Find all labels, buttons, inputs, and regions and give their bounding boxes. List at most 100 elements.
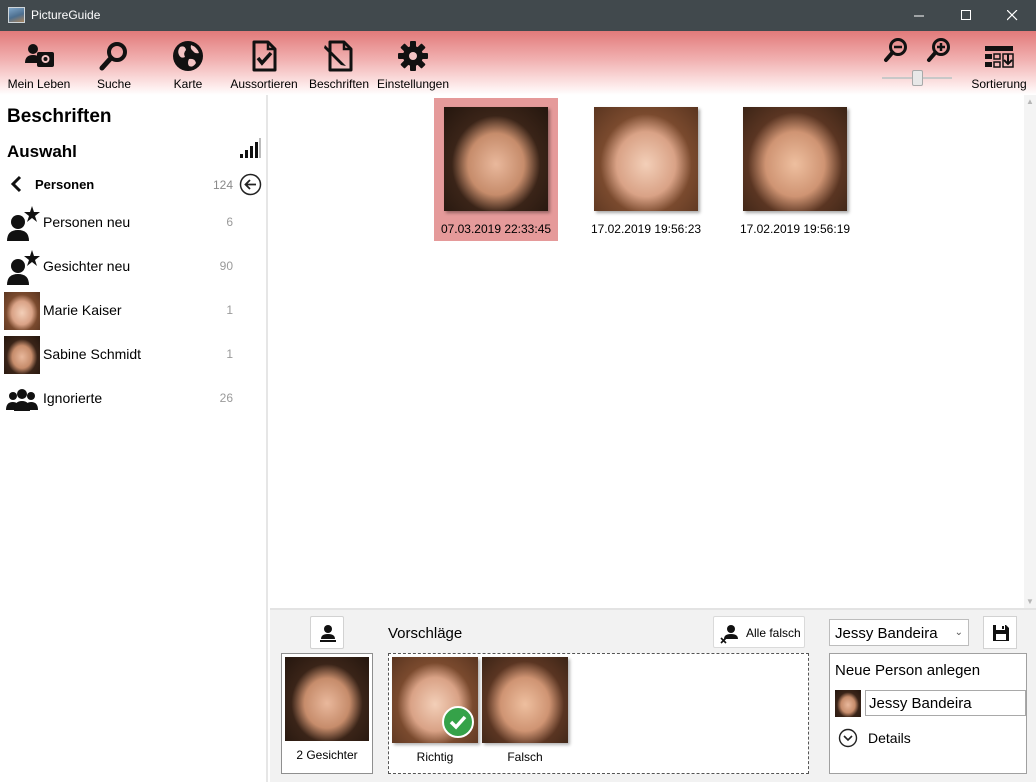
- sidebar-item-count: 1: [226, 303, 233, 317]
- details-label[interactable]: Details: [868, 730, 911, 746]
- photo-date: 17.02.2019 19:56:23: [590, 222, 702, 236]
- close-button[interactable]: [989, 0, 1035, 31]
- toolbar-beschriften-button[interactable]: Beschriften: [306, 31, 372, 95]
- document-edit-icon: [324, 40, 353, 72]
- sidebar-item-label: Gesichter neu: [43, 258, 131, 274]
- toolbar-suche-button[interactable]: Suche: [86, 31, 142, 95]
- toolbar-label: Suche: [96, 77, 132, 91]
- photo-thumbnail[interactable]: 17.02.2019 19:56:19: [733, 98, 857, 241]
- avatar: [4, 292, 40, 330]
- expand-circle-icon[interactable]: [838, 728, 858, 748]
- toolbar-einstellungen-button[interactable]: Einstellungen: [376, 31, 450, 95]
- suggestion-label: Falsch: [507, 750, 543, 764]
- people-photo-icon: [25, 44, 54, 67]
- sidebar-item-marie-kaiser[interactable]: Marie Kaiser 1: [0, 289, 268, 331]
- face-image: [482, 657, 568, 743]
- suggestion-item[interactable]: Richtig: [392, 657, 478, 767]
- document-check-icon: [252, 40, 277, 72]
- suggestion-item[interactable]: Falsch: [482, 657, 568, 767]
- person-name-input[interactable]: [865, 690, 1026, 716]
- toolbar-label: Karte: [173, 77, 203, 91]
- sidebar-item-label: Ignorierte: [43, 390, 103, 406]
- sidebar-item-count: 26: [219, 391, 233, 405]
- scroll-down-icon[interactable]: ▼: [1026, 597, 1034, 606]
- face-group-caption: 2 Gesichter: [296, 748, 358, 762]
- zoom-slider[interactable]: [882, 70, 952, 86]
- photo-image: [594, 107, 698, 211]
- sidebar-item-count: 1: [226, 347, 233, 361]
- sidebar-title: Beschriften: [7, 106, 112, 127]
- zoom-out-icon: [884, 38, 907, 62]
- sidebar-item-count: 6: [226, 215, 233, 229]
- signal-bars-icon[interactable]: [239, 137, 261, 159]
- person-select[interactable]: Jessy Bandeira ⌄: [829, 619, 969, 646]
- avatar: [4, 336, 40, 374]
- gear-icon: [398, 41, 428, 71]
- persons-group-count: 124: [212, 178, 233, 192]
- sidebar-item-label: Personen neu: [43, 214, 131, 230]
- all-false-button[interactable]: Alle falsch: [713, 616, 805, 648]
- toolbar-aussortieren-button[interactable]: Aussortieren: [228, 31, 300, 95]
- sidebar-item-sabine-schmidt[interactable]: Sabine Schmidt 1: [0, 333, 268, 375]
- toolbar-mein-leben-button[interactable]: Mein Leben: [2, 31, 76, 95]
- person-star-icon: [7, 250, 40, 285]
- chevron-down-icon: ⌄: [954, 627, 963, 638]
- photo-gallery: 07.03.2019 22:33:45 17.02.2019 19:56:23 …: [270, 95, 1024, 608]
- minimize-button[interactable]: [896, 0, 942, 31]
- toolbar-karte-button[interactable]: Karte: [160, 31, 216, 95]
- sidebar: Beschriften Auswahl Personen 124 Persone…: [0, 95, 268, 782]
- zoom-slider-thumb[interactable]: [912, 70, 923, 86]
- check-icon[interactable]: [442, 706, 474, 738]
- zoom-in-icon: [927, 38, 950, 62]
- photo-thumbnail[interactable]: 17.02.2019 19:56:23: [584, 98, 708, 241]
- scroll-up-icon[interactable]: ▲: [1026, 97, 1034, 106]
- sidebar-item-ignorierte[interactable]: Ignorierte 26: [0, 377, 268, 419]
- chevron-left-icon[interactable]: [9, 175, 23, 193]
- globe-icon: [173, 41, 203, 71]
- photo-date: 07.03.2019 22:33:45: [440, 222, 552, 236]
- photo-image: [444, 107, 548, 211]
- persons-group-label: Personen: [35, 177, 95, 192]
- gallery-scrollbar[interactable]: ▲ ▼: [1024, 95, 1036, 608]
- back-circle-icon[interactable]: [239, 173, 262, 196]
- sidebar-item-gesichter-neu[interactable]: Gesichter neu 90: [0, 245, 268, 287]
- sidebar-item-label: Sabine Schmidt: [43, 346, 142, 362]
- toolbar-label: Mein Leben: [7, 77, 71, 91]
- sidebar-item-personen-neu[interactable]: Personen neu 6: [0, 201, 268, 243]
- person-panel: Neue Person anlegen Details: [829, 653, 1027, 774]
- search-icon: [99, 42, 127, 71]
- save-icon: [993, 625, 1009, 641]
- minimize-icon: [913, 15, 924, 17]
- title-bar: PictureGuide: [0, 0, 1036, 31]
- save-button[interactable]: [983, 616, 1017, 649]
- app-icon: [8, 7, 25, 23]
- new-person-link[interactable]: Neue Person anlegen: [835, 662, 980, 679]
- zoom-in-button[interactable]: [923, 31, 955, 65]
- face-assign-panel: Vorschläge Alle falsch 2 Gesichter Richt…: [270, 608, 1036, 782]
- persons-group-header[interactable]: Personen 124: [0, 173, 268, 197]
- toolbar-label: Einstellungen: [376, 77, 450, 91]
- group-icon: [6, 389, 38, 411]
- app-title: PictureGuide: [31, 8, 101, 22]
- sidebar-subtitle: Auswahl: [7, 142, 77, 161]
- photo-date: 17.02.2019 19:56:19: [739, 222, 851, 236]
- close-icon: [1006, 10, 1017, 21]
- sort-label: Sortierung: [971, 77, 1027, 91]
- zoom-out-button[interactable]: [880, 31, 912, 65]
- person-button[interactable]: [310, 616, 344, 649]
- person-select-value: Jessy Bandeira: [835, 625, 938, 642]
- suggestions-title: Vorschläge: [388, 625, 463, 642]
- photo-thumbnail[interactable]: 07.03.2019 22:33:45: [434, 98, 558, 241]
- person-remove-icon: [720, 625, 738, 644]
- all-false-label: Alle falsch: [746, 626, 801, 640]
- face-group[interactable]: 2 Gesichter: [281, 653, 373, 774]
- sort-button[interactable]: Sortierung: [968, 31, 1030, 95]
- toolbar-label: Beschriften: [308, 77, 370, 91]
- toolbar-label: Aussortieren: [230, 77, 298, 91]
- face-image: [285, 657, 369, 741]
- suggestion-label: Richtig: [416, 750, 454, 764]
- avatar: [835, 690, 861, 717]
- photo-image: [743, 107, 847, 211]
- maximize-button[interactable]: [943, 0, 989, 31]
- toolbar: Mein Leben Suche Karte Aussortieren Besc…: [0, 31, 1036, 95]
